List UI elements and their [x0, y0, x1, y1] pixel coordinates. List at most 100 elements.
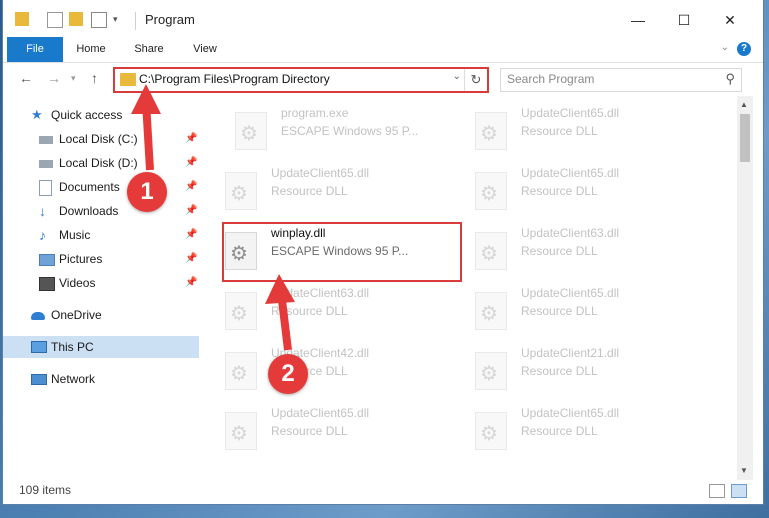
vertical-scrollbar[interactable]: ▲ ▼	[737, 96, 753, 480]
details-view-icon[interactable]	[709, 484, 725, 498]
pin-icon[interactable]: 📌	[185, 272, 197, 294]
tab-view[interactable]: View	[183, 37, 227, 62]
nav-item-label: Downloads	[59, 204, 119, 218]
dll-file-icon: ⚙	[475, 352, 507, 390]
recent-locations-icon[interactable]: ▾	[71, 73, 76, 84]
file-name: UpdateClient65.dll	[521, 166, 620, 180]
chevron-down-icon[interactable]: ▾	[113, 12, 127, 26]
pin-icon[interactable]: 📌	[185, 200, 197, 222]
network-icon	[31, 374, 47, 385]
dll-file-icon: ⚙	[225, 412, 257, 450]
file-item[interactable]: ⚙ UpdateClient63.dll Resource DLL	[463, 220, 693, 274]
scroll-down-icon[interactable]: ▼	[740, 466, 748, 475]
up-icon[interactable]: ↑	[91, 70, 98, 86]
address-path[interactable]: C:\Program Files\Program Directory	[139, 72, 330, 86]
pin-icon[interactable]: 📌	[185, 152, 197, 174]
scroll-up-icon[interactable]: ▲	[740, 100, 748, 109]
file-item[interactable]: ⚙ UpdateClient63.dll Resource DLL	[213, 280, 443, 334]
large-icons-view-icon[interactable]	[731, 484, 747, 498]
nav-item-this-pc[interactable]: This PC	[3, 336, 199, 358]
dll-file-icon: ⚙	[475, 292, 507, 330]
folder-icon	[120, 73, 136, 86]
file-item[interactable]: ⚙ UpdateClient65.dll Resource DLL	[463, 100, 693, 154]
file-name: program.exe	[281, 106, 349, 120]
nav-item-label: Network	[51, 372, 96, 386]
file-description: Resource DLL	[271, 424, 348, 438]
nav-item-label: Pictures	[59, 252, 103, 266]
exe-file-icon: ⚙	[235, 112, 267, 150]
nav-item-onedrive[interactable]: OneDrive	[3, 304, 199, 326]
back-icon[interactable]: ←	[19, 70, 33, 86]
winplay-highlight	[222, 222, 462, 282]
close-button[interactable]: ✕	[707, 8, 753, 32]
file-item[interactable]: ⚙ program.exe ESCAPE Windows 95 P...	[223, 100, 453, 154]
pin-icon[interactable]: 📌	[185, 248, 197, 270]
file-list: ⚙ program.exe ESCAPE Windows 95 P... ⚙ U…	[209, 96, 737, 480]
new-folder-icon[interactable]	[69, 12, 83, 26]
file-item[interactable]: ⚙ UpdateClient65.dll Resource DLL	[213, 400, 443, 454]
tab-share[interactable]: Share	[127, 37, 171, 62]
nav-item-label: OneDrive	[51, 308, 102, 322]
search-box[interactable]: Search Program ⚲	[500, 68, 742, 92]
navigation-pane: ★ Quick access Local Disk (C:) 📌 Local D…	[3, 96, 203, 480]
nav-item-downloads[interactable]: ↓ Downloads 📌	[3, 200, 199, 222]
expand-ribbon-icon[interactable]: ⌄	[721, 42, 729, 53]
file-description: Resource DLL	[521, 244, 598, 258]
pin-icon[interactable]: 📌	[185, 176, 197, 198]
pin-icon[interactable]: 📌	[185, 224, 197, 246]
pictures-icon	[39, 254, 55, 266]
file-item[interactable]: ⚙ UpdateClient65.dll Resource DLL	[213, 160, 443, 214]
file-item[interactable]: ⚙ UpdateClient65.dll Resource DLL	[463, 400, 693, 454]
file-description: Resource DLL	[521, 424, 598, 438]
nav-item-label: Music	[59, 228, 91, 242]
file-name: UpdateClient65.dll	[271, 406, 370, 420]
customize-toolbar-icon[interactable]	[91, 12, 107, 28]
nav-item-videos[interactable]: Videos 📌	[3, 272, 199, 294]
computer-icon	[31, 341, 47, 353]
nav-item-network[interactable]: Network	[3, 368, 199, 390]
file-name: UpdateClient65.dll	[521, 406, 620, 420]
search-input[interactable]: Search Program	[507, 72, 594, 86]
file-description: Resource DLL	[521, 124, 598, 138]
maximize-button[interactable]: ☐	[661, 8, 707, 32]
file-item[interactable]: ⚙ UpdateClient65.dll Resource DLL	[463, 280, 693, 334]
nav-item-quick-access[interactable]: ★ Quick access	[3, 104, 199, 126]
tab-home[interactable]: Home	[69, 37, 113, 62]
videos-icon	[39, 277, 55, 291]
nav-item-label: This PC	[51, 340, 94, 354]
drive-icon	[39, 136, 53, 144]
file-item[interactable]: ⚙ UpdateClient65.dll Resource DLL	[463, 160, 693, 214]
file-name: UpdateClient65.dll	[521, 106, 620, 120]
file-name: UpdateClient65.dll	[271, 166, 370, 180]
chevron-down-icon[interactable]: ⌄	[453, 71, 461, 82]
file-item[interactable]: ⚙ UpdateClient42.dll Resource DLL	[213, 340, 443, 394]
tab-file[interactable]: File	[7, 37, 63, 62]
forward-icon[interactable]: →	[47, 70, 61, 86]
file-description: ESCAPE Windows 95 P...	[281, 124, 419, 138]
dll-file-icon: ⚙	[475, 172, 507, 210]
search-icon[interactable]: ⚲	[725, 71, 735, 87]
status-bar: 109 items	[3, 480, 763, 500]
documents-icon	[39, 180, 52, 196]
onedrive-icon	[31, 312, 45, 320]
scrollbar-thumb[interactable]	[740, 114, 750, 162]
nav-item-pictures[interactable]: Pictures 📌	[3, 248, 199, 270]
help-icon[interactable]: ?	[737, 42, 751, 56]
address-bar[interactable]: C:\Program Files\Program Directory ⌄ ↻	[113, 67, 489, 93]
nav-item-label: Quick access	[51, 108, 123, 122]
file-description: Resource DLL	[271, 184, 348, 198]
nav-item-local-disk-d[interactable]: Local Disk (D:) 📌	[3, 152, 199, 174]
minimize-button[interactable]: —	[615, 8, 661, 32]
download-icon: ↓	[39, 203, 46, 219]
nav-item-label: Local Disk (C:)	[59, 132, 138, 146]
refresh-icon[interactable]: ↻	[464, 69, 487, 91]
pin-icon[interactable]: 📌	[185, 128, 197, 150]
nav-item-local-disk-c[interactable]: Local Disk (C:) 📌	[3, 128, 199, 150]
nav-item-documents[interactable]: Documents 📌	[3, 176, 199, 198]
properties-icon[interactable]	[47, 12, 63, 28]
dll-file-icon: ⚙	[475, 112, 507, 150]
star-icon: ★	[31, 107, 43, 122]
file-item[interactable]: ⚙ UpdateClient21.dll Resource DLL	[463, 340, 693, 394]
file-name: UpdateClient63.dll	[521, 226, 620, 240]
nav-item-music[interactable]: ♪ Music 📌	[3, 224, 199, 246]
